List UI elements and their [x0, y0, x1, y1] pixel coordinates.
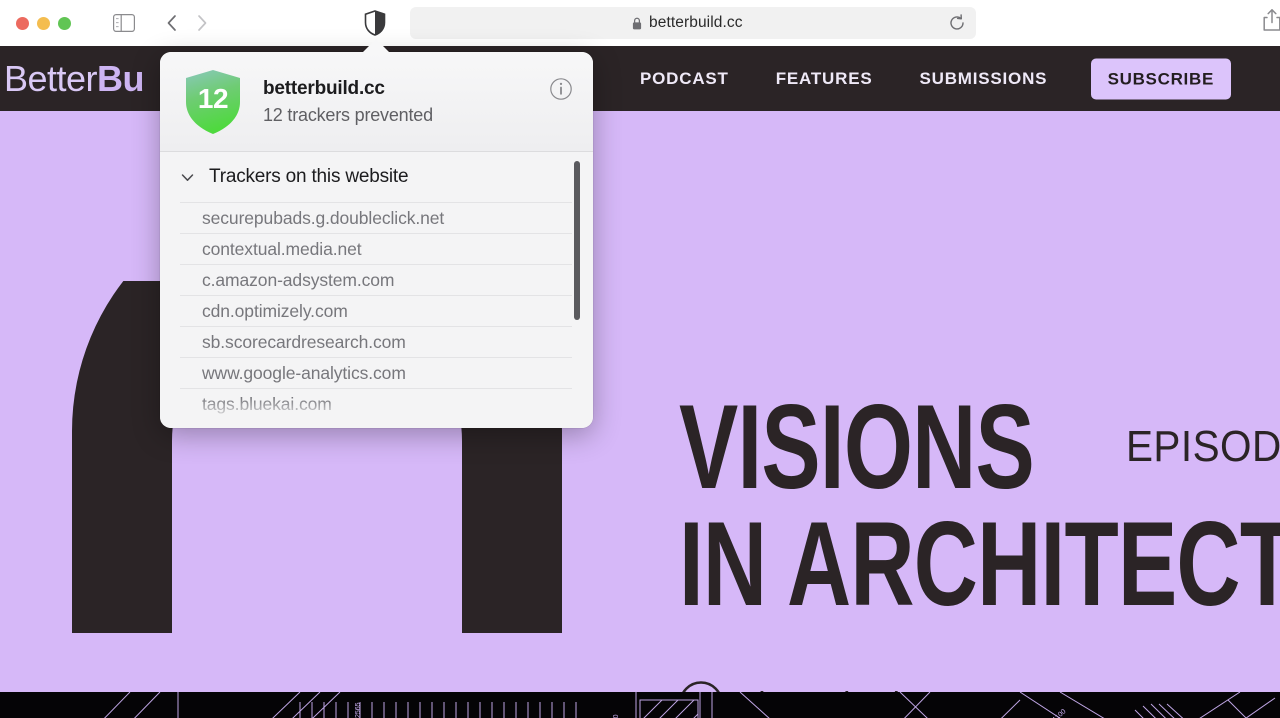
svg-text:2565: 2565	[355, 702, 362, 718]
list-item[interactable]: tags.bluekai.com	[180, 388, 572, 419]
trackers-section-title: Trackers on this website	[209, 166, 408, 188]
trackers-section-header[interactable]: Trackers on this website	[160, 152, 593, 202]
nav-link-features[interactable]: FEATURES	[776, 69, 873, 89]
hero-title-line2: IN ARCHITECTURE	[679, 513, 1280, 615]
popover-scrollbar[interactable]	[579, 155, 587, 425]
popover-arrow	[362, 39, 390, 53]
chevron-down-icon[interactable]	[180, 170, 195, 185]
list-item[interactable]: www.google-analytics.com	[180, 357, 572, 388]
screenshot-root: betterbuild.cc BetterBu PODCAST	[0, 0, 1280, 718]
navigation-arrows	[165, 13, 209, 33]
nav-link-submissions[interactable]: SUBMISSIONS	[919, 69, 1047, 89]
play-circle-icon	[679, 681, 723, 692]
popover-scrollbar-thumb[interactable]	[574, 161, 580, 320]
list-item[interactable]: contextual.media.net	[180, 233, 572, 264]
reload-icon[interactable]	[948, 14, 966, 32]
hero-title-line1: VISIONS	[679, 396, 1034, 498]
nav-links: PODCAST FEATURES SUBMISSIONS	[640, 46, 1047, 111]
svg-text:2400: 2400	[613, 714, 620, 718]
address-bar[interactable]: betterbuild.cc	[410, 7, 976, 39]
forward-chevron-icon[interactable]	[195, 13, 209, 33]
svg-text:1100: 1100	[1052, 708, 1068, 718]
logo-text-part2: Bu	[97, 58, 144, 99]
list-item[interactable]: sb.scorecardresearch.com	[180, 326, 572, 357]
maximize-window-button[interactable]	[58, 17, 71, 30]
site-logo[interactable]: BetterBu	[4, 58, 144, 100]
popover-subtitle: 12 trackers prevented	[263, 105, 433, 126]
logo-text-part1: Better	[4, 58, 97, 99]
play-episode-label: Play Episode	[738, 685, 917, 692]
play-episode-button[interactable]: Play Episode	[679, 681, 917, 692]
blueprint-strip: 6400 2565 3000 1100 2400	[0, 692, 1280, 718]
episode-label: EPISODE	[1126, 422, 1280, 472]
popover-site-title: betterbuild.cc	[263, 78, 433, 100]
nav-link-podcast[interactable]: PODCAST	[640, 69, 729, 89]
close-window-button[interactable]	[16, 17, 29, 30]
lock-icon	[632, 17, 642, 30]
privacy-shield-icon[interactable]	[364, 10, 386, 36]
info-icon[interactable]	[550, 78, 572, 100]
back-chevron-icon[interactable]	[165, 13, 179, 33]
popover-title-group: betterbuild.cc 12 trackers prevented	[263, 78, 433, 126]
sidebar-toggle-icon[interactable]	[113, 14, 135, 32]
window-traffic-lights	[16, 17, 71, 30]
list-item[interactable]: securepubads.g.doubleclick.net	[180, 202, 572, 233]
browser-toolbar: betterbuild.cc	[0, 0, 1280, 46]
url-text: betterbuild.cc	[649, 14, 743, 32]
minimize-window-button[interactable]	[37, 17, 50, 30]
share-icon[interactable]	[1262, 8, 1280, 32]
list-item[interactable]: cdn.optimizely.com	[180, 295, 572, 326]
popover-header: 12 betterbuild.cc 12 trackers prevented	[160, 52, 593, 152]
tracker-count-shield-badge: 12	[184, 69, 242, 135]
tracker-list: securepubads.g.doubleclick.net contextua…	[160, 202, 593, 419]
subscribe-button[interactable]: SUBSCRIBE	[1091, 58, 1231, 99]
list-item[interactable]: c.amazon-adsystem.com	[180, 264, 572, 295]
hero-headline-row: VISIONS EPISODE 14	[679, 396, 1280, 498]
privacy-report-popover: 12 betterbuild.cc 12 trackers prevented	[160, 52, 593, 428]
tracker-count-number: 12	[184, 69, 242, 129]
popover-body: Trackers on this website securepubads.g.…	[160, 152, 593, 428]
